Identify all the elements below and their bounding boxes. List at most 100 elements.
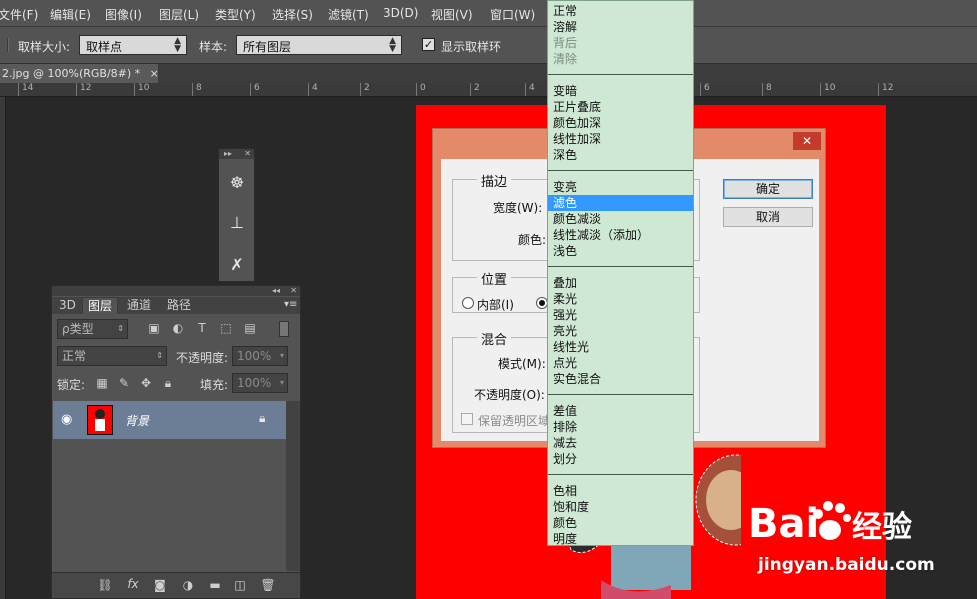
new-layer-icon[interactable]: ◫ (232, 578, 248, 592)
close-icon[interactable]: ✕ (290, 286, 297, 296)
sample-select[interactable]: 所有图层 ▲ ▼ (236, 35, 402, 55)
ruler-tick (762, 83, 763, 96)
blend-mode-option[interactable]: 亮光 (548, 323, 693, 339)
menu-type[interactable]: 类型(Y) (215, 6, 256, 23)
lock-transparent-icon[interactable]: ▦ (94, 376, 110, 390)
blend-mode-option[interactable]: 深色 (548, 147, 693, 163)
adjustment-filter-icon[interactable]: ◐ (170, 321, 186, 335)
ruler-number: 12 (80, 83, 92, 93)
blend-mode-select[interactable]: 正常 ⇕ (57, 346, 167, 366)
ship-wheel-icon[interactable]: ☸ (225, 171, 249, 195)
smart-object-filter-icon[interactable]: ▤ (242, 321, 258, 335)
layers-scrollbar[interactable] (286, 401, 300, 571)
collapse-icon[interactable]: ▸▸ (224, 149, 232, 158)
shape-filter-icon[interactable]: ⬚ (218, 321, 234, 335)
cancel-button[interactable]: 取消 (723, 207, 813, 227)
blend-mode-option[interactable]: 柔光 (548, 291, 693, 307)
layer-filter-value: ρ类型 (62, 322, 94, 336)
blend-mode-option[interactable]: 变亮 (548, 179, 693, 195)
blend-mode-option[interactable]: 线性减淡（添加） (548, 227, 693, 243)
tab-close-icon[interactable]: × (150, 67, 159, 80)
layer-name[interactable]: 背景 (125, 412, 149, 429)
layer-row-background[interactable]: ◉ 背景 🔒︎ (53, 401, 286, 439)
ruler-number: 14 (22, 83, 34, 93)
stamp-icon[interactable]: ⊥ (225, 211, 249, 235)
folder-icon[interactable]: ▬ (207, 578, 223, 592)
collapse-icon[interactable]: ◂◂ (272, 286, 280, 296)
menu-layer[interactable]: 图层(L) (159, 6, 199, 23)
blend-mode-option[interactable]: 线性加深 (548, 131, 693, 147)
menu-file[interactable]: 文件(F) (0, 6, 38, 23)
trash-icon[interactable]: 🗑︎ (260, 578, 276, 592)
tools-icon[interactable]: ✗ (225, 253, 249, 277)
menu-bar: 文件(F) 编辑(E) 图像(I) 图层(L) 类型(Y) 选择(S) 滤镜(T… (0, 0, 977, 27)
blend-mode-option[interactable]: 正片叠底 (548, 99, 693, 115)
blend-mode-option[interactable]: 点光 (548, 355, 693, 371)
menu-window[interactable]: 窗口(W) (490, 6, 535, 23)
eye-icon[interactable]: ◉ (61, 412, 72, 427)
tab-3d[interactable]: 3D (54, 297, 81, 314)
fill-input[interactable]: 100% ▾ (232, 373, 288, 393)
blend-mode-option[interactable]: 颜色减淡 (548, 211, 693, 227)
menu-view[interactable]: 视图(V) (431, 6, 473, 23)
ruler-number: 10 (138, 83, 150, 93)
blend-mode-option[interactable]: 颜色加深 (548, 115, 693, 131)
tab-channels[interactable]: 通道 (122, 297, 156, 314)
blend-mode-option[interactable]: 叠加 (548, 275, 693, 291)
close-icon[interactable]: ✕ (244, 149, 251, 159)
blend-mode-dropdown[interactable]: 正常 溶解 背后 清除 变暗 正片叠底 颜色加深 线性加深 深色 变亮 滤色 颜… (547, 0, 694, 546)
image-filter-icon[interactable]: ▣ (146, 321, 162, 335)
filter-toggle[interactable] (279, 321, 289, 337)
blend-mode-option[interactable]: 强光 (548, 307, 693, 323)
menu-separator (548, 474, 693, 475)
ruler-number: 10 (824, 83, 836, 93)
ok-button[interactable]: 确定 (723, 179, 813, 199)
blend-mode-option[interactable]: 差值 (548, 403, 693, 419)
blend-mode-option[interactable]: 饱和度 (548, 499, 693, 515)
menu-edit[interactable]: 编辑(E) (50, 6, 91, 23)
inside-radio[interactable] (462, 297, 474, 309)
fx-icon[interactable]: fx (125, 577, 141, 591)
dialog-close-button[interactable]: ✕ (793, 132, 821, 150)
panel-menu-icon[interactable]: ▾≡ (284, 299, 297, 310)
blend-mode-option[interactable]: 色相 (548, 483, 693, 499)
type-filter-icon[interactable]: T (194, 321, 210, 335)
adjustment-icon[interactable]: ◑ (180, 578, 196, 592)
blend-mode-option[interactable]: 划分 (548, 451, 693, 467)
menu-image[interactable]: 图像(I) (105, 6, 142, 23)
sample-size-select[interactable]: 取样点 ▲ ▼ (79, 35, 187, 55)
menu-select[interactable]: 选择(S) (272, 6, 313, 23)
menu-3d[interactable]: 3D(D) (383, 6, 418, 20)
blend-mode-option[interactable]: 实色混合 (548, 371, 693, 387)
blend-mode-option[interactable]: 变暗 (548, 83, 693, 99)
lock-move-icon[interactable]: ✥ (138, 376, 154, 390)
blend-mode-option[interactable]: 线性光 (548, 339, 693, 355)
show-ring-checkbox[interactable]: ✓ (422, 38, 435, 51)
blend-mode-option[interactable]: 明度 (548, 531, 693, 545)
blend-mode-option[interactable]: 溶解 (548, 19, 693, 35)
tab-paths[interactable]: 路径 (162, 297, 196, 314)
menu-separator (548, 394, 693, 395)
lock-all-icon[interactable]: 🔒︎ (160, 376, 176, 391)
document-tab[interactable]: 2.jpg @ 100%(RGB/8#) * × (0, 64, 159, 83)
lock-paint-icon[interactable]: ✎ (116, 376, 132, 390)
ruler-tick (192, 83, 193, 96)
preserve-transparency-checkbox[interactable] (461, 413, 473, 425)
tools-panel-header: ▸▸ ✕ (219, 149, 254, 159)
blend-mode-option[interactable]: 浅色 (548, 243, 693, 259)
opacity-input[interactable]: 100% ▾ (232, 346, 288, 366)
layer-filter-select[interactable]: ρ类型 ⇕ (57, 319, 128, 339)
vertical-ruler (0, 97, 6, 599)
menu-filter[interactable]: 滤镜(T) (328, 6, 369, 23)
blend-mode-option[interactable]: 颜色 (548, 515, 693, 531)
blend-mode-option[interactable]: 正常 (548, 3, 693, 19)
tab-layers[interactable]: 图层 (82, 297, 119, 314)
blend-mode-option[interactable]: 减去 (548, 435, 693, 451)
dropdown-arrow-icon: ▾ (279, 378, 284, 387)
watermark-url: jingyan.baidu.com (758, 555, 935, 575)
logo-brand-text: Bai (748, 501, 819, 547)
mask-icon[interactable]: ◙ (152, 578, 168, 592)
link-icon[interactable]: ⛓ (97, 578, 113, 592)
blend-mode-option[interactable]: 排除 (548, 419, 693, 435)
blend-mode-option-selected[interactable]: 滤色 (548, 195, 693, 211)
